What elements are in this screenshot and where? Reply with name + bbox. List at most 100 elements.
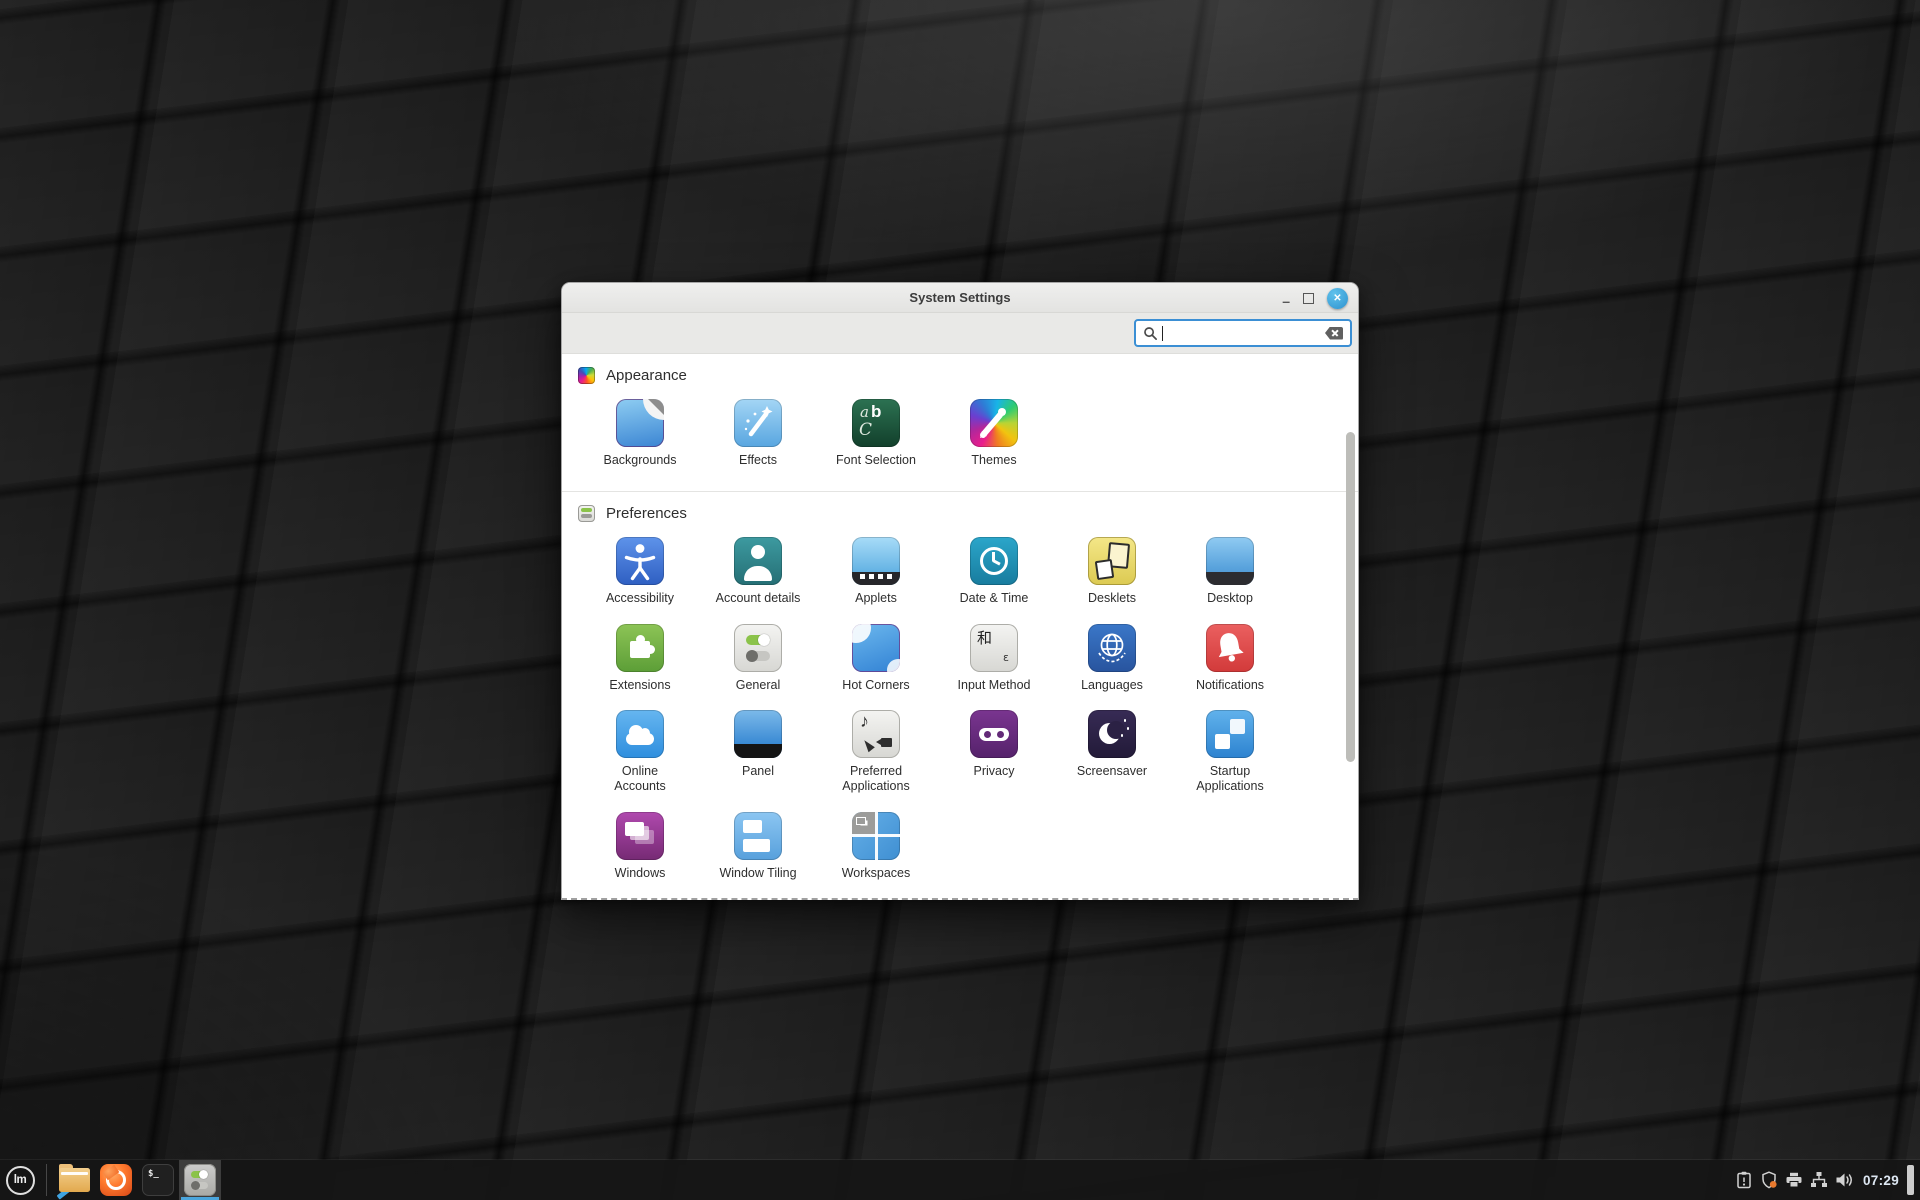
settings-item-general[interactable]: General — [699, 624, 817, 693]
settings-item-hot-corners[interactable]: Hot Corners — [817, 624, 935, 693]
section-divider — [562, 491, 1358, 492]
system-settings-task-button[interactable] — [179, 1160, 221, 1200]
item-label: Themes — [971, 453, 1016, 468]
settings-content: Appearance Backgrounds Effects abC — [562, 354, 1358, 898]
taskbar-separator — [46, 1164, 47, 1196]
printer-tray-button[interactable] — [1782, 1160, 1807, 1200]
item-label: Screensaver — [1077, 764, 1147, 779]
item-label: Input Method — [958, 678, 1031, 693]
settings-item-desktop[interactable]: Desktop — [1171, 537, 1289, 606]
maximize-button[interactable] — [1303, 293, 1314, 304]
settings-item-screensaver[interactable]: Screensaver — [1053, 710, 1171, 794]
settings-item-desklets[interactable]: Desklets — [1053, 537, 1171, 606]
settings-item-window-tiling[interactable]: Window Tiling — [699, 812, 817, 881]
firewall-tray-button[interactable] — [1757, 1160, 1782, 1200]
settings-item-preferred-applications[interactable]: ♪ Preferred Applications — [817, 710, 935, 794]
settings-item-windows[interactable]: Windows — [581, 812, 699, 881]
item-label: Workspaces — [842, 866, 911, 881]
item-label: Backgrounds — [604, 453, 677, 468]
speaker-icon — [1835, 1172, 1854, 1188]
extensions-icon — [616, 624, 664, 672]
scrollbar-thumb[interactable] — [1346, 432, 1355, 762]
settings-item-languages[interactable]: Languages — [1053, 624, 1171, 693]
section-title: Appearance — [606, 367, 687, 384]
settings-item-panel[interactable]: Panel — [699, 710, 817, 794]
panel-icon — [734, 710, 782, 758]
folder-icon — [59, 1168, 90, 1192]
settings-item-workspaces[interactable]: Workspaces — [817, 812, 935, 881]
settings-item-font-selection[interactable]: abC Font Selection — [817, 399, 935, 468]
volume-tray-button[interactable] — [1832, 1160, 1857, 1200]
settings-item-privacy[interactable]: Privacy — [935, 710, 1053, 794]
mint-logo-icon: lm — [6, 1166, 35, 1195]
preferences-section-icon — [578, 505, 595, 522]
network-tray-button[interactable] — [1807, 1160, 1832, 1200]
item-label: Preferred Applications — [840, 764, 912, 794]
file-manager-launcher[interactable] — [53, 1160, 95, 1200]
show-desktop-button[interactable] — [1907, 1165, 1914, 1195]
date-time-icon — [970, 537, 1018, 585]
settings-item-online-accounts[interactable]: Online Accounts — [581, 710, 699, 794]
section-header-preferences: Preferences — [578, 505, 1342, 522]
account-details-icon — [734, 537, 782, 585]
settings-item-effects[interactable]: Effects — [699, 399, 817, 468]
input-method-icon: 和ε — [970, 624, 1018, 672]
workspaces-icon — [852, 812, 900, 860]
item-label: Account details — [716, 591, 801, 606]
privacy-icon — [970, 710, 1018, 758]
window-titlebar[interactable]: System Settings – ✕ — [562, 283, 1358, 313]
section-title: Preferences — [606, 505, 687, 522]
taskbar-clock[interactable]: 07:29 — [1863, 1173, 1899, 1188]
online-accounts-icon — [616, 710, 664, 758]
settings-item-extensions[interactable]: Extensions — [581, 624, 699, 693]
window-title: System Settings — [562, 283, 1358, 313]
backgrounds-icon — [616, 399, 664, 447]
settings-item-date-time[interactable]: Date & Time — [935, 537, 1053, 606]
effects-icon — [734, 399, 782, 447]
item-label: Accessibility — [606, 591, 674, 606]
item-label: General — [736, 678, 780, 693]
close-button[interactable]: ✕ — [1327, 288, 1348, 309]
clipboard-alert-icon — [1736, 1171, 1752, 1189]
item-label: Windows — [615, 866, 666, 881]
settings-item-accessibility[interactable]: Accessibility — [581, 537, 699, 606]
screensaver-icon — [1088, 710, 1136, 758]
general-icon — [734, 624, 782, 672]
preferences-grid: Accessibility Account details Applets Da… — [581, 537, 1342, 881]
item-label: Online Accounts — [604, 764, 676, 794]
settings-item-themes[interactable]: Themes — [935, 399, 1053, 468]
search-box[interactable] — [1134, 319, 1352, 347]
network-icon — [1810, 1171, 1828, 1189]
firefox-launcher[interactable] — [95, 1160, 137, 1200]
settings-item-startup-applications[interactable]: Startup Applications — [1171, 710, 1289, 794]
clear-search-icon[interactable] — [1325, 327, 1343, 340]
item-label: Desklets — [1088, 591, 1136, 606]
shield-alert-icon — [1760, 1171, 1778, 1189]
item-label: Panel — [742, 764, 774, 779]
item-label: Desktop — [1207, 591, 1253, 606]
settings-item-backgrounds[interactable]: Backgrounds — [581, 399, 699, 468]
item-label: Date & Time — [960, 591, 1029, 606]
item-label: Hot Corners — [842, 678, 909, 693]
mint-menu-button[interactable]: lm — [0, 1160, 40, 1200]
minimize-button[interactable]: – — [1282, 290, 1290, 306]
update-manager-tray-button[interactable] — [1732, 1160, 1757, 1200]
item-label: Effects — [739, 453, 777, 468]
window-tiling-icon — [734, 812, 782, 860]
settings-item-notifications[interactable]: Notifications — [1171, 624, 1289, 693]
settings-item-applets[interactable]: Applets — [817, 537, 935, 606]
terminal-icon: $_ — [142, 1164, 174, 1196]
settings-item-input-method[interactable]: 和ε Input Method — [935, 624, 1053, 693]
windows-icon — [616, 812, 664, 860]
themes-icon — [970, 399, 1018, 447]
accessibility-icon — [616, 537, 664, 585]
terminal-launcher[interactable]: $_ — [137, 1160, 179, 1200]
appearance-section-icon — [578, 367, 595, 384]
settings-item-account-details[interactable]: Account details — [699, 537, 817, 606]
languages-icon — [1088, 624, 1136, 672]
font-selection-icon: abC — [852, 399, 900, 447]
preferred-applications-icon: ♪ — [852, 710, 900, 758]
system-tray: 07:29 — [1732, 1160, 1920, 1200]
search-icon — [1143, 326, 1158, 341]
search-input[interactable] — [1163, 326, 1325, 340]
